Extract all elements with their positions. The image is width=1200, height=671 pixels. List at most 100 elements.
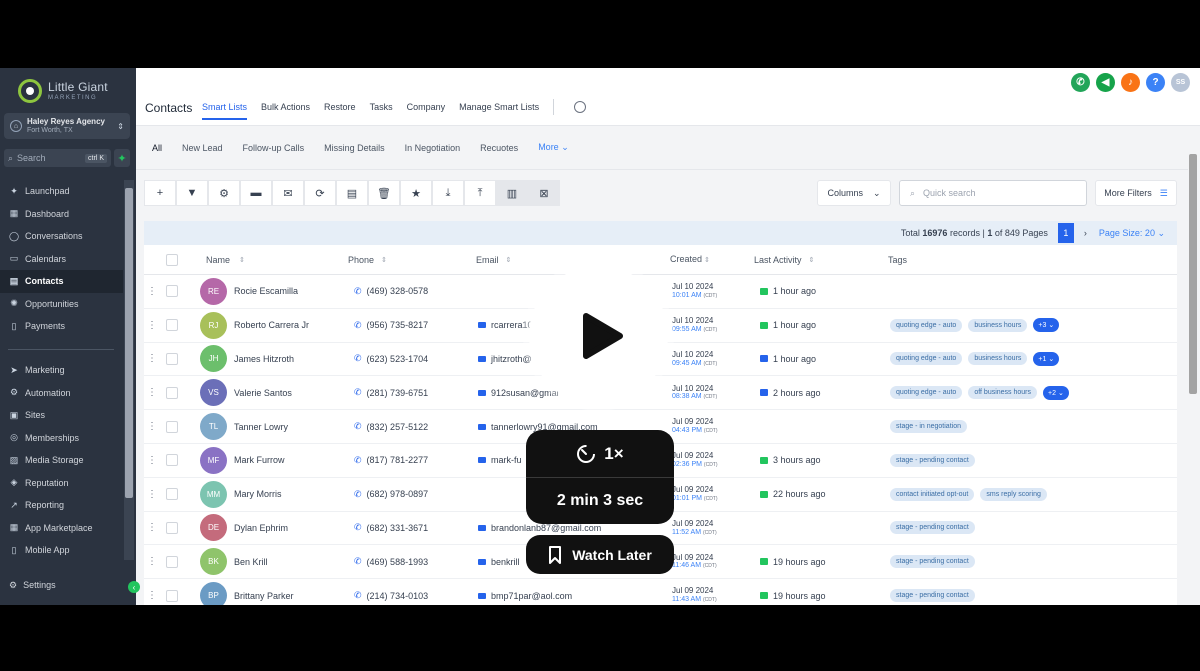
email-address[interactable]: benkrill [491, 557, 520, 567]
contact-name-cell[interactable]: MM Mary Morris [200, 480, 348, 508]
row-menu-icon[interactable]: ⋮ [144, 590, 160, 601]
contact-name-cell[interactable]: RE Rocie Escamilla [200, 277, 348, 305]
tab-smart-lists[interactable]: Smart Lists [202, 102, 248, 120]
contact-name[interactable]: Rocie Escamilla [234, 286, 298, 296]
email-cell[interactable]: brandonlanb87@gmail.com [472, 523, 672, 533]
phone-number[interactable]: (214) 734-0103 [367, 591, 429, 601]
row-checkbox[interactable] [166, 285, 178, 298]
sidebar-item-launchpad[interactable]: ✦ Launchpad [0, 180, 123, 203]
tab-bulk-actions[interactable]: Bulk Actions [261, 102, 310, 120]
review-button[interactable]: ▥ [496, 180, 528, 206]
sidebar-item-app-marketplace[interactable]: ▦ App Marketplace [0, 517, 123, 540]
row-checkbox[interactable] [166, 555, 178, 568]
row-checkbox[interactable] [166, 521, 178, 534]
more-tabs-button[interactable]: More ⌄ [538, 142, 569, 153]
phone-cell[interactable]: ✆ (956) 735-8217 [348, 320, 472, 331]
page-size-select[interactable]: Page Size: 20 ⌄ [1099, 228, 1165, 239]
row-checkbox[interactable] [166, 319, 178, 332]
main-scrollbar[interactable] [1188, 148, 1198, 605]
speed-button[interactable]: 1× [526, 430, 674, 477]
quick-add-button[interactable]: ✦ [114, 149, 130, 167]
more-tags-badge[interactable]: +1 ⌄ [1033, 351, 1060, 366]
tab-tasks[interactable]: Tasks [370, 102, 393, 120]
email-button[interactable]: ✉ [272, 180, 304, 206]
clipboard-button[interactable]: ▤ [336, 180, 368, 206]
tag-badge[interactable]: sms reply scoring [980, 487, 1047, 501]
sidebar-item-reputation[interactable]: ◈ Reputation [0, 472, 123, 495]
smart-list-tab-recuotes[interactable]: Recuotes [480, 143, 518, 153]
contact-name[interactable]: Roberto Carrera Jr [234, 320, 309, 330]
sidebar-item-contacts[interactable]: ▤ Contacts [0, 270, 123, 293]
tag-badge[interactable]: quoting edge - auto [890, 318, 963, 332]
tag-badge[interactable]: business hours [968, 318, 1028, 332]
contact-name[interactable]: Mark Furrow [234, 455, 285, 465]
sidebar-item-mobile-app[interactable]: ▯ Mobile App [0, 539, 123, 562]
phone-cell[interactable]: ✆ (682) 978-0897 [348, 489, 472, 500]
sidebar-item-conversations[interactable]: ◯ Conversations [0, 225, 123, 248]
row-menu-icon[interactable]: ⋮ [144, 353, 160, 364]
filter-icon[interactable]: ▼ [176, 180, 208, 206]
quick-search-input[interactable]: ⌕ Quick search [899, 180, 1087, 206]
column-email[interactable]: Email ⇕ [470, 255, 670, 265]
contact-name[interactable]: Mary Morris [234, 489, 282, 499]
row-checkbox[interactable] [166, 420, 178, 433]
phone-cell[interactable]: ✆ (817) 781-2277 [348, 455, 472, 466]
table-row[interactable]: ⋮ BP Brittany Parker ✆ (214) 734-0103 bmp71pa… [144, 579, 1177, 605]
delete-button[interactable]: 🗑 [368, 180, 400, 206]
email-address[interactable]: bmp71par@aol.com [491, 591, 572, 601]
phone-number[interactable]: (817) 781-2277 [367, 455, 429, 465]
row-menu-icon[interactable]: ⋮ [144, 421, 160, 432]
row-menu-icon[interactable]: ⋮ [144, 320, 160, 331]
phone-cell[interactable]: ✆ (832) 257-5122 [348, 421, 472, 432]
phone-number[interactable]: (832) 257-5122 [367, 422, 429, 432]
phone-number[interactable]: (682) 331-3671 [367, 523, 429, 533]
help-icon[interactable]: ? [1146, 73, 1165, 92]
star-button[interactable]: ★ [400, 180, 432, 206]
next-page-icon[interactable]: › [1084, 228, 1087, 238]
gear-icon[interactable] [574, 101, 587, 113]
smart-list-tab-new-lead[interactable]: New Lead [182, 143, 223, 153]
megaphone-icon[interactable]: ◀ [1096, 73, 1115, 92]
sidebar-item-opportunities[interactable]: ✺ Opportunities [0, 293, 123, 316]
email-address[interactable]: rcarrera10 [491, 320, 533, 330]
tag-badge[interactable]: stage - in negotiation [890, 420, 967, 434]
tab-manage-smart-lists[interactable]: Manage Smart Lists [459, 102, 539, 120]
more-tags-badge[interactable]: +3 ⌄ [1033, 318, 1060, 333]
email-address[interactable]: brandonlanb87@gmail.com [491, 523, 601, 533]
main-scroll-thumb[interactable] [1189, 154, 1197, 394]
contact-name[interactable]: Ben Krill [234, 557, 268, 567]
sidebar-item-memberships[interactable]: ◎ Memberships [0, 427, 123, 450]
sidebar-item-reporting[interactable]: ↗ Reporting [0, 494, 123, 517]
phone-number[interactable]: (281) 739-6751 [367, 388, 429, 398]
columns-button[interactable]: Columns ⌄ [817, 180, 891, 206]
smart-list-tab-follow-up-calls[interactable]: Follow-up Calls [243, 143, 305, 153]
column-created[interactable]: Created ⇕ [670, 254, 754, 265]
row-menu-icon[interactable]: ⋮ [144, 286, 160, 297]
add-contact-button[interactable]: + [144, 180, 176, 206]
row-checkbox[interactable] [166, 488, 178, 501]
copy-button[interactable]: ⟳ [304, 180, 336, 206]
tag-badge[interactable]: stage - pending contact [890, 453, 975, 467]
tag-badge[interactable]: quoting edge - auto [890, 352, 963, 366]
sidebar-item-sites[interactable]: ▣ Sites [0, 404, 123, 427]
contact-name-cell[interactable]: MF Mark Furrow [200, 446, 348, 474]
tab-restore[interactable]: Restore [324, 102, 356, 120]
sidebar-item-marketing[interactable]: ➤ Marketing [0, 359, 123, 382]
contact-name[interactable]: Dylan Ephrim [234, 523, 288, 533]
phone-cell[interactable]: ✆ (281) 739-6751 [348, 387, 472, 398]
email-address[interactable]: 912susan@gmai [491, 388, 559, 398]
column-last-activity[interactable]: Last Activity ⇕ [754, 255, 888, 265]
phone-number[interactable]: (956) 735-8217 [367, 320, 429, 330]
tag-badge[interactable]: business hours [968, 352, 1028, 366]
row-checkbox[interactable] [166, 454, 178, 467]
phone-number[interactable]: (469) 588-1993 [367, 557, 429, 567]
select-all-checkbox[interactable] [166, 253, 178, 266]
contact-name-cell[interactable]: JH James Hitzroth [200, 345, 348, 373]
row-menu-icon[interactable]: ⋮ [144, 489, 160, 500]
automation-button[interactable]: ⚙ [208, 180, 240, 206]
avatar[interactable]: SS [1171, 73, 1190, 92]
sidebar-item-dashboard[interactable]: ▦ Dashboard [0, 203, 123, 226]
row-menu-icon[interactable]: ⋮ [144, 455, 160, 466]
row-checkbox[interactable] [166, 589, 178, 602]
contact-name-cell[interactable]: VS Valerie Santos [200, 379, 348, 407]
